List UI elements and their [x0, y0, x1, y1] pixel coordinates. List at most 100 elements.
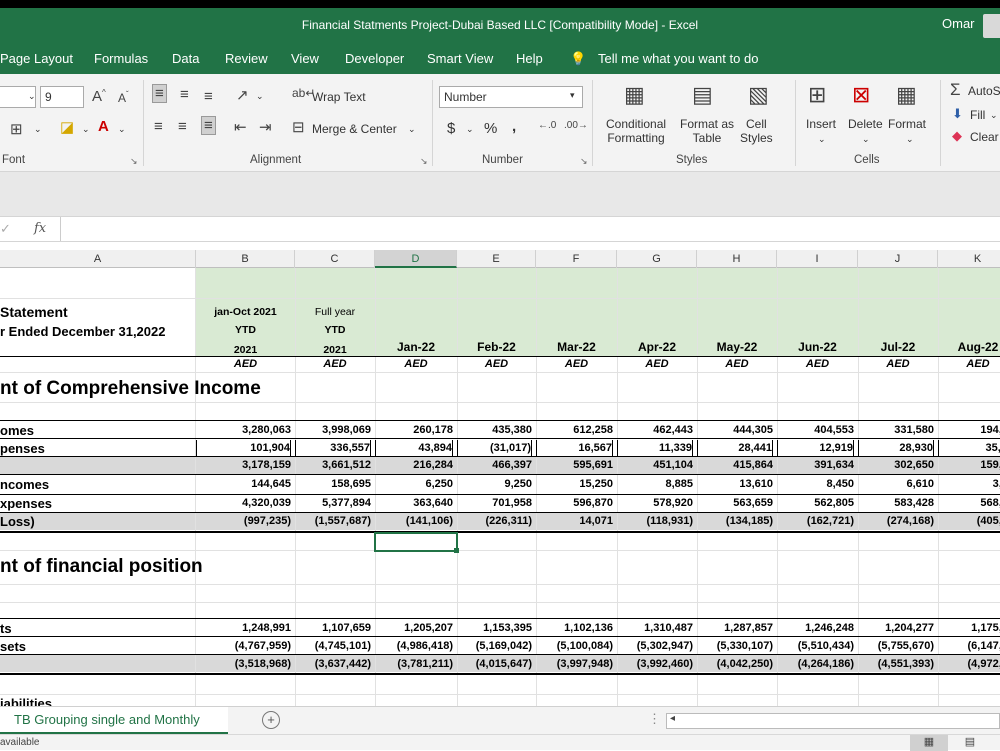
table-cell[interactable]: 8,450: [777, 478, 854, 490]
table-cell[interactable]: (5,169,042): [457, 640, 532, 652]
table-cell[interactable]: 11,339: [617, 440, 693, 456]
table-cell[interactable]: 1,246,248: [777, 622, 854, 634]
comma-button[interactable]: ,: [512, 118, 516, 135]
table-cell[interactable]: (6,147,86: [938, 640, 1000, 652]
dialog-launcher-icon[interactable]: ↘: [420, 156, 428, 167]
table-cell[interactable]: 595,691: [536, 459, 613, 471]
add-sheet-button[interactable]: +: [262, 711, 280, 729]
merge-center-button[interactable]: Merge & Center: [312, 122, 397, 136]
table-cell[interactable]: (31,017): [457, 440, 532, 456]
table-cell[interactable]: 3,178,159: [196, 459, 291, 471]
table-cell[interactable]: 9,250: [457, 478, 532, 490]
format-as-table-button[interactable]: Format as Table: [680, 117, 734, 145]
cell-styles-button[interactable]: Cell Styles: [740, 117, 773, 145]
insert-cells-icon[interactable]: ⊞: [808, 82, 826, 108]
menu-review[interactable]: Review: [225, 51, 268, 66]
table-cell[interactable]: 194,94: [938, 424, 1000, 436]
menu-page-layout[interactable]: Page Layout: [0, 51, 73, 66]
font-color-icon[interactable]: A: [98, 118, 109, 135]
table-cell[interactable]: 3,998,069: [295, 424, 371, 436]
col-header-d[interactable]: D: [375, 250, 457, 268]
table-cell[interactable]: 415,864: [697, 459, 773, 471]
menu-view[interactable]: View: [291, 51, 319, 66]
menu-formulas[interactable]: Formulas: [94, 51, 148, 66]
table-cell[interactable]: (997,235): [196, 515, 291, 527]
col-header-a[interactable]: A: [0, 250, 196, 268]
table-cell[interactable]: 1,175,22: [938, 622, 1000, 634]
chevron-down-icon[interactable]: ⌄: [256, 91, 264, 102]
table-cell[interactable]: 3,661,512: [295, 459, 371, 471]
page-layout-view-icon[interactable]: ▤: [960, 735, 980, 751]
table-cell[interactable]: 444,305: [697, 424, 773, 436]
tell-me-search[interactable]: Tell me what you want to do: [598, 51, 758, 66]
table-cell[interactable]: (3,997,948): [536, 658, 613, 670]
chevron-down-icon[interactable]: ⌄: [906, 134, 914, 145]
table-cell[interactable]: 28,930: [858, 440, 934, 456]
table-cell[interactable]: 363,640: [375, 497, 453, 509]
percent-button[interactable]: %: [484, 120, 497, 137]
chevron-down-icon[interactable]: ⌄: [82, 124, 90, 135]
align-center-icon[interactable]: ≡: [178, 118, 187, 135]
worksheet-grid[interactable]: Statement r Ended December 31,2022 jan-O…: [0, 268, 1000, 706]
table-cell[interactable]: 144,645: [196, 478, 291, 490]
table-cell[interactable]: (4,767,959): [196, 640, 291, 652]
table-cell[interactable]: 466,397: [457, 459, 532, 471]
align-bottom-icon[interactable]: ≡: [204, 88, 213, 105]
scroll-splitter-icon[interactable]: ⋮: [648, 711, 661, 727]
chevron-down-icon[interactable]: ⌄: [28, 91, 36, 102]
table-cell[interactable]: 562,805: [777, 497, 854, 509]
table-cell[interactable]: 596,870: [536, 497, 613, 509]
table-cell[interactable]: 563,659: [697, 497, 773, 509]
eraser-icon[interactable]: ◆: [952, 128, 962, 144]
table-cell[interactable]: 1,248,991: [196, 622, 291, 634]
table-cell[interactable]: (134,185): [697, 515, 773, 527]
table-cell[interactable]: 4,320,039: [196, 497, 291, 509]
table-cell[interactable]: (3,637,442): [295, 658, 371, 670]
col-header-k[interactable]: K: [938, 250, 1000, 268]
table-cell[interactable]: 260,178: [375, 424, 453, 436]
chevron-down-icon[interactable]: ⌄: [408, 124, 416, 135]
table-cell[interactable]: (5,100,084): [536, 640, 613, 652]
menu-data[interactable]: Data: [172, 51, 199, 66]
table-cell[interactable]: 1,204,277: [858, 622, 934, 634]
normal-view-icon[interactable]: ▦: [910, 735, 948, 751]
table-cell[interactable]: 612,258: [536, 424, 613, 436]
table-cell[interactable]: 13,610: [697, 478, 773, 490]
table-cell[interactable]: 15,250: [536, 478, 613, 490]
col-header-e[interactable]: E: [457, 250, 536, 268]
formula-input[interactable]: [64, 219, 994, 239]
table-cell[interactable]: (4,015,647): [457, 658, 532, 670]
decrease-font-icon[interactable]: Aˇ: [118, 90, 129, 105]
table-cell[interactable]: (274,168): [858, 515, 934, 527]
table-cell[interactable]: 101,904: [196, 440, 291, 456]
table-cell[interactable]: (4,986,418): [375, 640, 453, 652]
table-cell[interactable]: 158,695: [295, 478, 371, 490]
table-cell[interactable]: 3,280,063: [196, 424, 291, 436]
table-cell[interactable]: (141,106): [375, 515, 453, 527]
scroll-left-icon[interactable]: ◂: [670, 713, 675, 724]
table-cell[interactable]: 1,287,857: [697, 622, 773, 634]
table-cell[interactable]: 578,920: [617, 497, 693, 509]
table-cell[interactable]: 14,071: [536, 515, 613, 527]
borders-icon[interactable]: ⊞: [10, 120, 23, 138]
table-cell[interactable]: 435,380: [457, 424, 532, 436]
dialog-launcher-icon[interactable]: ↘: [130, 156, 138, 167]
decrease-indent-icon[interactable]: ⇤: [234, 118, 247, 136]
col-header-f[interactable]: F: [536, 250, 617, 268]
col-header-h[interactable]: H: [697, 250, 777, 268]
horizontal-scrollbar[interactable]: ◂: [666, 713, 1000, 729]
table-cell[interactable]: 8,885: [617, 478, 693, 490]
active-cell[interactable]: [374, 532, 458, 552]
align-top-icon[interactable]: ≡: [152, 84, 167, 103]
table-cell[interactable]: (3,781,211): [375, 658, 453, 670]
table-cell[interactable]: 568,33: [938, 497, 1000, 509]
table-cell[interactable]: (5,755,670): [858, 640, 934, 652]
table-cell[interactable]: 1,107,659: [295, 622, 371, 634]
increase-decimal-icon[interactable]: ←.0: [538, 120, 556, 131]
increase-font-icon[interactable]: A^: [92, 88, 106, 105]
avatar[interactable]: [983, 14, 1000, 38]
table-cell[interactable]: 404,553: [777, 424, 854, 436]
font-size-select[interactable]: 9: [40, 86, 84, 108]
table-cell[interactable]: 302,650: [858, 459, 934, 471]
chevron-down-icon[interactable]: ⌄: [818, 134, 826, 145]
